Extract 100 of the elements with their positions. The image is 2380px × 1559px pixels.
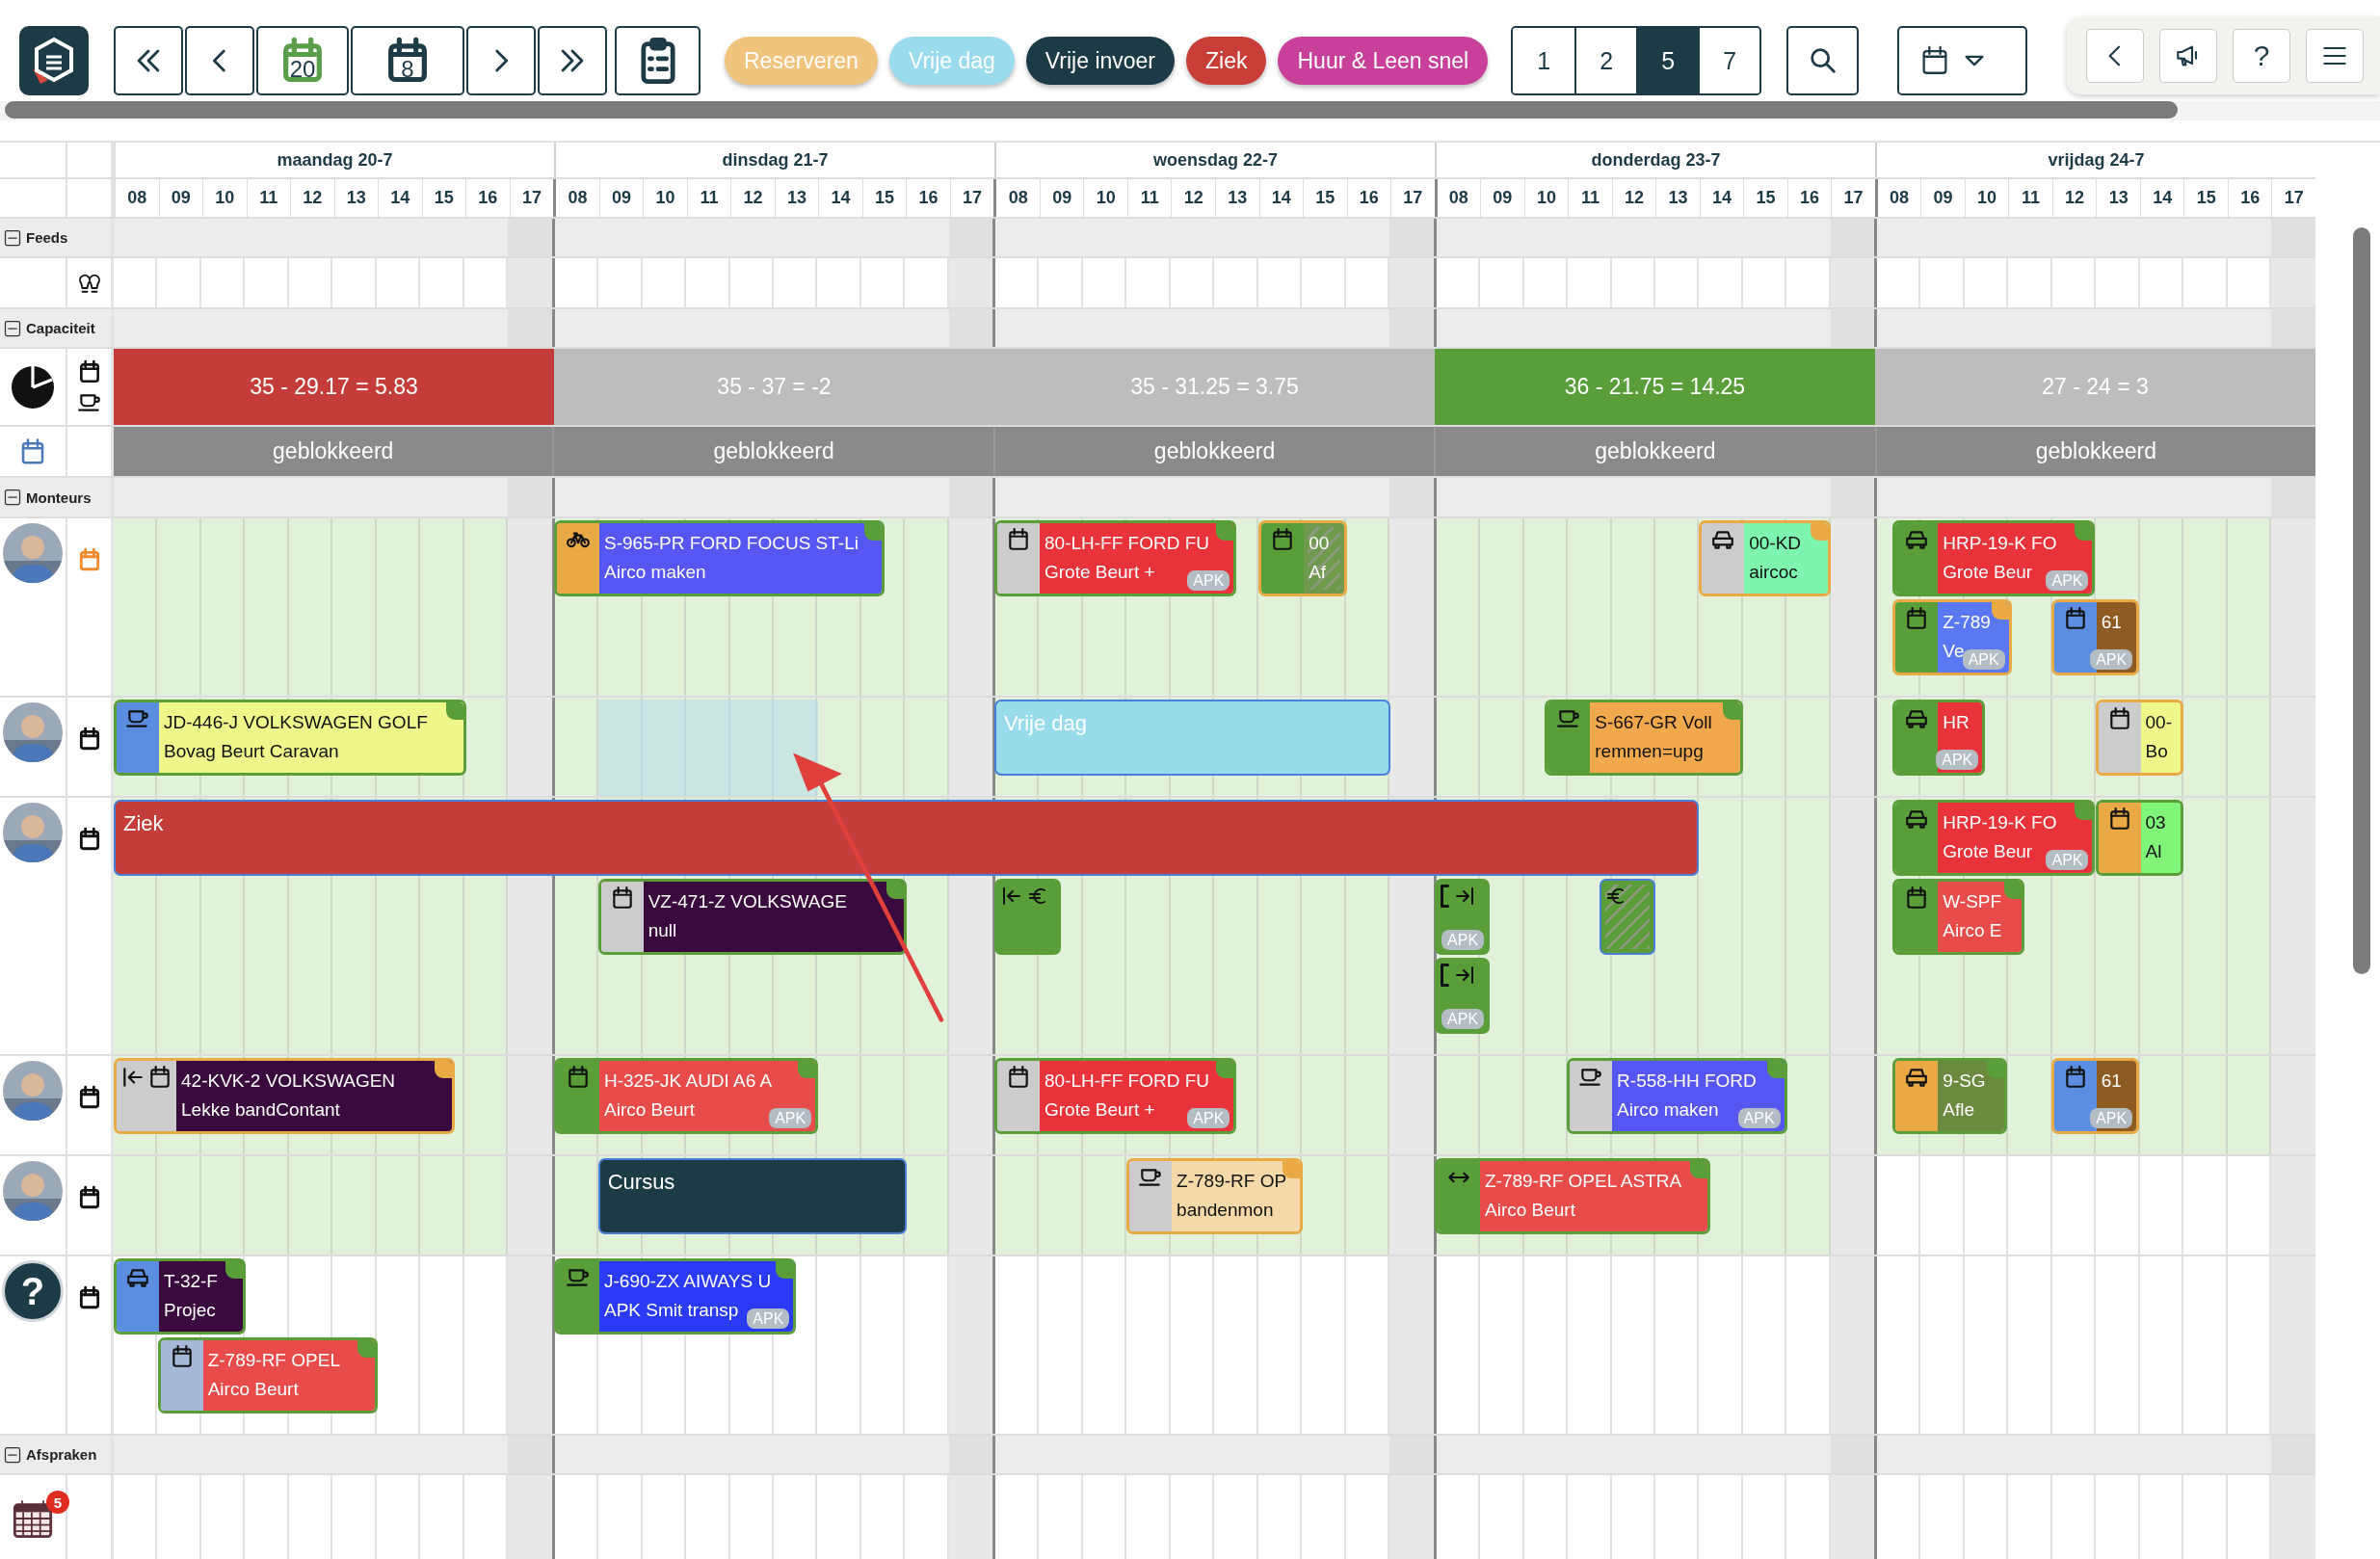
menu-button[interactable] [2306, 29, 2364, 83]
first-button[interactable] [114, 26, 183, 95]
date-button[interactable]: 8 [351, 26, 464, 95]
appointment-description: null [648, 919, 677, 942]
last-button[interactable] [538, 26, 607, 95]
appointment-description: Bo [2145, 740, 2168, 763]
appointment-description: Al [2145, 840, 2162, 863]
appointment-description: Afle [1943, 1098, 1974, 1122]
date-button[interactable]: 20 [256, 26, 349, 95]
date-number: 8 [400, 57, 415, 82]
scrollbar-thumb[interactable] [5, 101, 2178, 119]
calendar-icon [1006, 527, 1031, 552]
apk-badge: APK [2046, 570, 2089, 591]
apk-badge: APK [1187, 1108, 1230, 1128]
appointment-card[interactable]: JD-446-J VOLKSWAGEN GOLF Bovag Beurt Caravan [114, 700, 466, 776]
apk-badge: APK [1936, 750, 1979, 770]
help-button[interactable]: ? [2233, 29, 2290, 83]
appointment-card[interactable]: 00-KD aircoc [1699, 520, 1832, 596]
appointment-card[interactable]: 61 APK [2050, 1058, 2140, 1134]
appointment-card[interactable]: R-558-HH FORD Airco maken APK [1567, 1058, 1787, 1134]
capacity-bar: 27 - 24 = 3 [1875, 349, 2315, 425]
appointment-card[interactable]: S-667-GR Voll remmen=upg [1545, 700, 1743, 776]
appointment-description: Airco maken [604, 561, 706, 584]
hour-label: 15 [2183, 179, 2228, 217]
arrow-out-icon [1453, 964, 1476, 987]
absence-bar[interactable]: Cursus [597, 1158, 907, 1234]
appointment-card[interactable]: 80-LH-FF FORD FU Grote Beurt + APK [994, 520, 1237, 596]
appointment-title: Z-789-RF OP [1177, 1170, 1287, 1193]
logo-icon[interactable] [19, 26, 89, 95]
calendar-dropdown[interactable] [1897, 26, 2028, 95]
quick-add-button[interactable]: Huur & Leen snel [1278, 37, 1489, 85]
appointment-card[interactable]: S-965-PR FORD FOCUS ST-Li Airco maken [554, 520, 885, 596]
appointment-title: 03 [2145, 811, 2166, 834]
appointment-description: Airco Beurt [207, 1378, 299, 1401]
appointment-description: Airco E [1943, 919, 2002, 942]
appointment-description: Lekke bandContant [181, 1098, 340, 1122]
task-list-button[interactable] [615, 26, 701, 95]
appointment-description: Bovag Beurt Caravan [164, 740, 339, 763]
quick-add-button[interactable]: Ziek [1186, 37, 1267, 85]
appointment-card[interactable]: 9-SG Afle [1892, 1058, 2008, 1134]
pie-chart-icon[interactable] [10, 363, 56, 410]
hour-label: 13 [1215, 179, 1259, 217]
hour-label: 14 [2139, 179, 2184, 217]
hour-label: 15 [1303, 179, 1347, 217]
appointment-card[interactable]: 61 APK [2050, 599, 2140, 675]
appointment-card[interactable]: HRP-19-K FO Grote Beur APK [1892, 520, 2096, 596]
appointment-card[interactable]: Z-789-RF OPEL Airco Beurt [157, 1337, 379, 1414]
hour-label: 14 [378, 179, 422, 217]
appointment-card[interactable]: J-690-ZX AIWAYS U APK Smit transp APK [554, 1258, 797, 1334]
bracket-icon [1441, 885, 1449, 908]
calendar-icon[interactable] [12, 1497, 54, 1540]
appointment-card[interactable]: 00 Af [1258, 520, 1347, 596]
hour-label: 15 [1743, 179, 1787, 217]
apk-badge: APK [1441, 1009, 1485, 1029]
hour-label: 13 [1655, 179, 1700, 217]
apk-badge: APK [1187, 570, 1230, 591]
days-tab[interactable]: 5 [1636, 28, 1699, 93]
appointment-card[interactable]: T-32-F Projec [114, 1258, 247, 1334]
next-button[interactable] [466, 26, 536, 95]
appointment-card[interactable]: 80-LH-FF FORD FU Grote Beurt + APK [994, 1058, 1237, 1134]
apk-badge: APK [2090, 1108, 2133, 1128]
absence-bar[interactable]: Ziek [114, 800, 1700, 876]
appointment-card[interactable]: H-325-JK AUDI A6 A Airco Beurt APK [554, 1058, 819, 1134]
appointment-card[interactable]: 00- Bo [2095, 700, 2183, 776]
scrollbar-thumb[interactable] [2353, 227, 2370, 974]
appointment-card[interactable]: VZ-471-Z VOLKSWAGE null [597, 879, 907, 955]
search-button[interactable] [1786, 26, 1860, 95]
previous-button[interactable] [185, 26, 254, 95]
task-block[interactable] [994, 879, 1061, 955]
hour-label: 09 [1480, 179, 1524, 217]
hour-label: 12 [730, 179, 775, 217]
appointment-card[interactable]: Z-789-RF OPEL ASTRA Airco Beurt [1435, 1158, 1710, 1234]
date-number: 20 [288, 57, 317, 82]
appointment-title: J-690-ZX AIWAYS U [604, 1270, 772, 1293]
unknown-avatar: ? [2, 1260, 64, 1322]
hour-label: 14 [1258, 179, 1303, 217]
days-tab[interactable]: 7 [1698, 28, 1760, 93]
hour-label: 16 [465, 179, 510, 217]
appointment-title: Z-789 [1943, 611, 1991, 634]
quick-add-button[interactable]: Vrije invoer [1025, 37, 1176, 85]
appointment-description: Grote Beur [1943, 840, 2033, 863]
section-label: Afspraken [26, 1446, 97, 1463]
hour-label: 15 [421, 179, 466, 217]
appointment-title: 00 [1309, 532, 1330, 555]
appointment-card[interactable]: 03 Al [2095, 800, 2183, 876]
appointment-card[interactable]: W-SPF Airco E [1892, 879, 2025, 955]
collapse-icon[interactable] [3, 318, 22, 338]
collapse-icon[interactable] [3, 488, 22, 507]
appointment-title: W-SPF [1943, 890, 2002, 913]
collapse-icon[interactable] [3, 227, 22, 248]
appointment-card[interactable]: HRP-19-K FO Grote Beur APK [1892, 800, 2096, 876]
appointment-card[interactable]: Z-789 Ve APK [1892, 599, 2012, 675]
task-block[interactable] [1600, 879, 1655, 955]
hour-label: 16 [1346, 179, 1391, 217]
collapse-icon[interactable] [3, 1444, 22, 1465]
day-header: dinsdag 21-7 [722, 149, 829, 171]
appointment-card[interactable]: Z-789-RF OP bandenmon [1126, 1158, 1303, 1234]
announcements-button[interactable] [2159, 29, 2217, 83]
appointment-card[interactable]: 42-KVK-2 VOLKSWAGEN Lekke bandContant [114, 1058, 456, 1134]
appointment-card[interactable]: HR APK [1892, 700, 1986, 776]
